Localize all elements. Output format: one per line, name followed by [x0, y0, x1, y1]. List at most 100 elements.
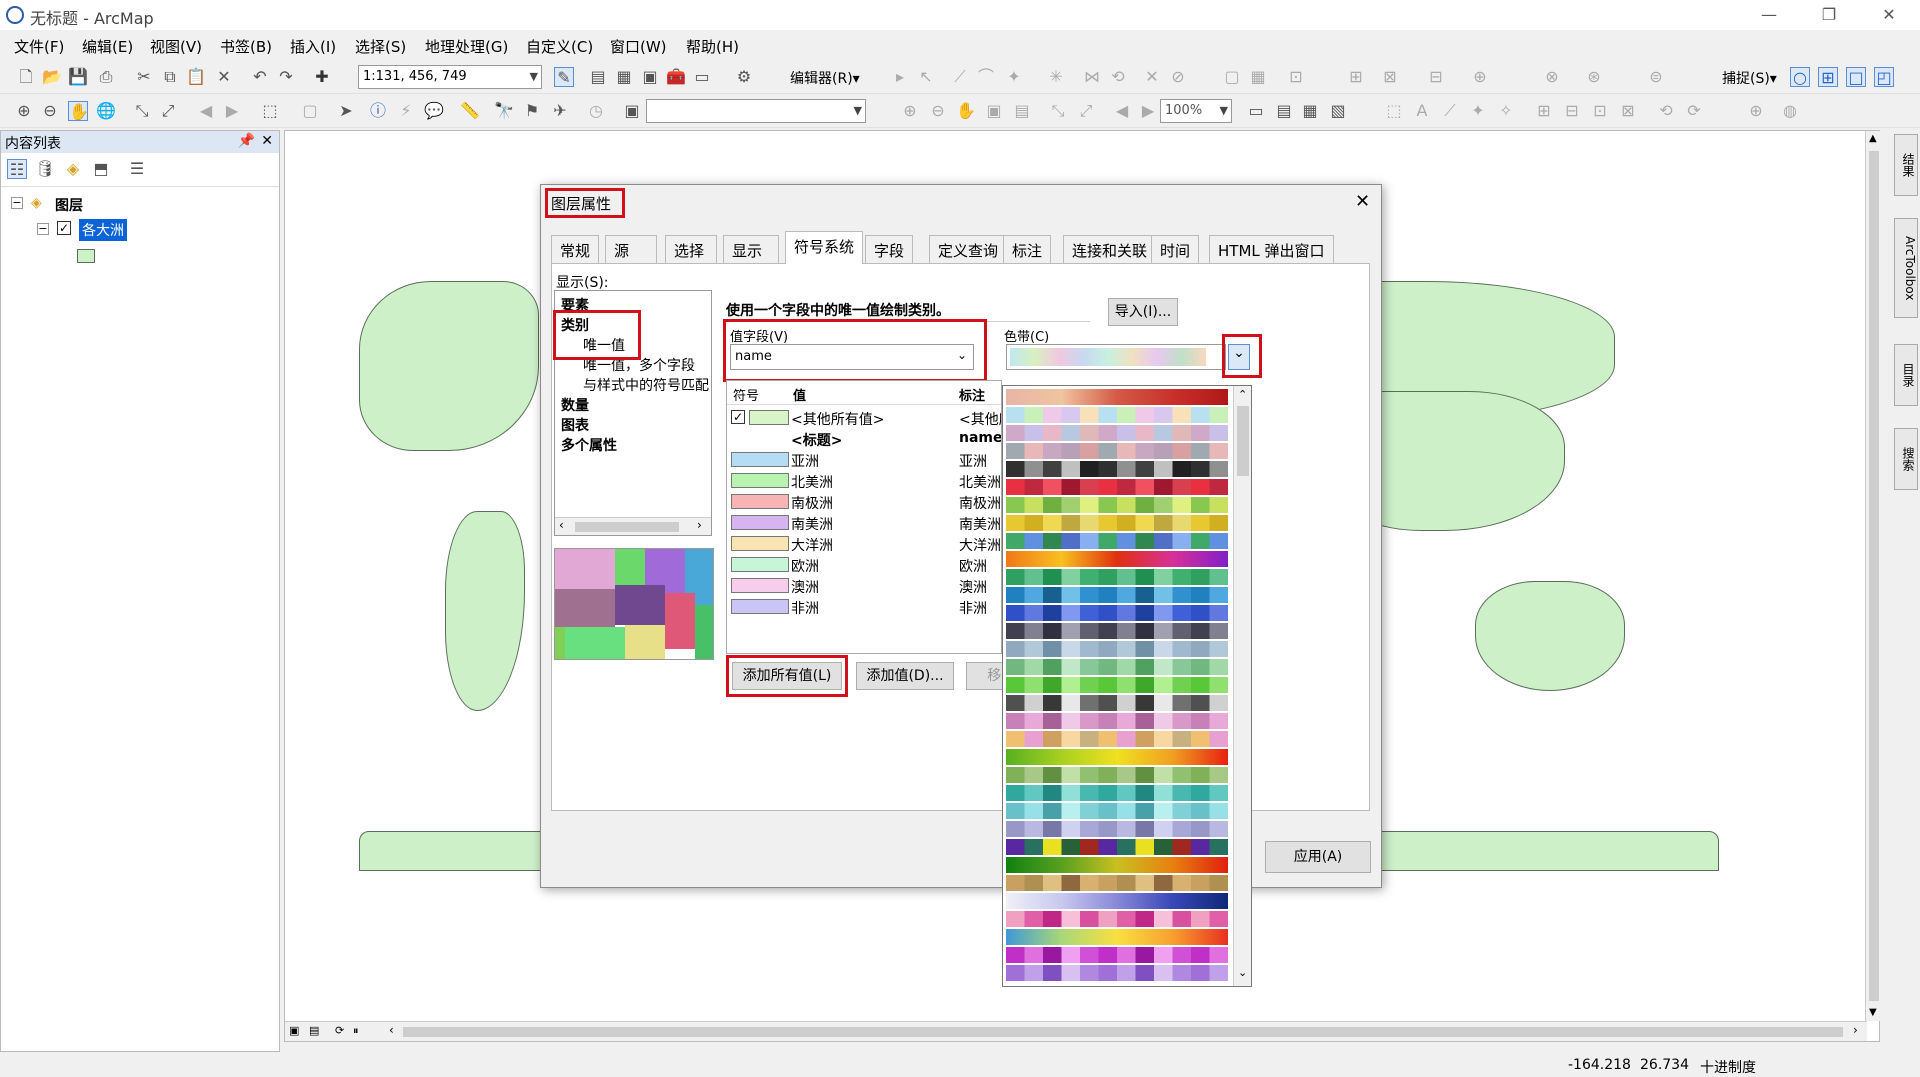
- end-snapping-icon[interactable]: ⊞: [1818, 67, 1838, 87]
- toc-close-icon[interactable]: ✕: [261, 133, 273, 149]
- tree-scroll-right-icon[interactable]: ›: [697, 518, 702, 532]
- menu-file[interactable]: 文件(F): [14, 36, 64, 57]
- cut-polygon-icon[interactable]: ✕: [1142, 67, 1162, 87]
- menu-insert[interactable]: 插入(I): [290, 36, 336, 57]
- color-ramp-option[interactable]: [1006, 443, 1228, 459]
- menu-window[interactable]: 窗口(W): [610, 36, 667, 57]
- color-ramp-option[interactable]: [1006, 749, 1228, 765]
- layer-visibility-checkbox[interactable]: ✓: [57, 221, 71, 235]
- arctoolbox-icon[interactable]: 🧰: [666, 67, 686, 87]
- sketch-properties-icon[interactable]: ▢: [1222, 67, 1242, 87]
- color-ramp-option[interactable]: [1006, 551, 1228, 567]
- python-window-icon[interactable]: ▭: [692, 67, 712, 87]
- goto-xy-icon[interactable]: ✈: [550, 101, 570, 121]
- symbol-swatch[interactable]: [731, 452, 789, 467]
- color-ramp-option[interactable]: [1006, 389, 1228, 405]
- tab-joins[interactable]: 连接和关联: [1063, 235, 1157, 263]
- tab-general[interactable]: 常规: [551, 235, 600, 263]
- color-ramp-option[interactable]: [1006, 623, 1228, 639]
- fixed-zoom-out-icon[interactable]: ⤢: [158, 101, 178, 121]
- tab-fields[interactable]: 字段: [865, 235, 914, 263]
- color-ramp-option[interactable]: [1006, 767, 1228, 783]
- table-row[interactable]: 欧洲 欧洲: [727, 554, 1001, 575]
- editor-toolbar-icon[interactable]: ✎: [554, 67, 574, 87]
- color-ramp-option[interactable]: [1006, 641, 1228, 657]
- curve-segment-icon[interactable]: ⌒: [976, 67, 996, 87]
- tree-unique-values-many-fields[interactable]: 唯一值，多个字段: [583, 355, 695, 375]
- split-tool-icon[interactable]: ⋈: [1082, 67, 1102, 87]
- layout-zoom-in-icon[interactable]: ⊕: [900, 101, 920, 121]
- scroll-right-icon[interactable]: ›: [1853, 1023, 1858, 1037]
- color-ramp-option[interactable]: [1006, 587, 1228, 603]
- draw-rectangle-icon[interactable]: ⬚: [1384, 101, 1404, 121]
- pan-icon[interactable]: ✋: [68, 101, 89, 121]
- edge-snapping-icon[interactable]: ◰: [1874, 67, 1894, 87]
- apply-button[interactable]: 应用(A): [1265, 841, 1371, 873]
- zoom-in-icon[interactable]: ⊕: [14, 101, 34, 121]
- color-ramp-option[interactable]: [1006, 407, 1228, 423]
- scroll-left-icon[interactable]: ‹: [389, 1023, 394, 1037]
- color-ramp-option[interactable]: [1006, 803, 1228, 819]
- advanced-edit-icon[interactable]: ⊟: [1426, 67, 1446, 87]
- color-ramp-option[interactable]: [1006, 659, 1228, 675]
- topology-icon[interactable]: ⊡: [1286, 67, 1306, 87]
- tab-source[interactable]: 源: [605, 235, 657, 263]
- collapse-layer-icon[interactable]: −: [37, 223, 49, 235]
- color-ramp-option[interactable]: [1006, 677, 1228, 693]
- tree-features[interactable]: 要素: [561, 295, 589, 315]
- tree-charts[interactable]: 图表: [561, 415, 589, 435]
- delete-icon[interactable]: ✕: [214, 67, 234, 87]
- color-ramp-option[interactable]: [1006, 497, 1228, 513]
- search-tab[interactable]: 搜索: [1894, 428, 1918, 490]
- table-row[interactable]: 南极洲 南极洲: [727, 491, 1001, 512]
- menu-view[interactable]: 视图(V): [150, 36, 202, 57]
- attributes-icon[interactable]: ⊘: [1168, 67, 1188, 87]
- symbol-swatch[interactable]: [731, 557, 789, 572]
- color-ramp-option[interactable]: [1006, 839, 1228, 855]
- create-viewer-icon[interactable]: ▣: [622, 101, 642, 121]
- add-values-button[interactable]: 添加值(D)...: [856, 662, 954, 690]
- tab-definition-query[interactable]: 定义查询: [929, 235, 1008, 263]
- table-row[interactable]: 非洲 非洲: [727, 596, 1001, 617]
- layer-name[interactable]: 各大洲: [79, 219, 127, 241]
- ramp-dropdown-button[interactable]: ⌄: [1228, 344, 1250, 370]
- layout-pan-icon[interactable]: ✋: [956, 101, 976, 121]
- identify-icon[interactable]: ⓘ: [368, 101, 388, 121]
- straight-segment-icon[interactable]: ⟋: [950, 67, 970, 87]
- zoom-100-icon[interactable]: ▤: [1012, 101, 1032, 121]
- tree-hscrollbar[interactable]: ‹ ›: [555, 517, 711, 535]
- georef-icon[interactable]: ⊞: [1346, 67, 1366, 87]
- color-ramp-option[interactable]: [1006, 911, 1228, 927]
- copy-icon[interactable]: ⧉: [160, 67, 180, 87]
- point-snapping-icon[interactable]: ○: [1790, 67, 1810, 87]
- map-horizontal-scrollbar[interactable]: ▣ ▤ ⟳ ⏸ ‹ ›: [285, 1021, 1867, 1041]
- cut-icon[interactable]: ✂: [134, 67, 154, 87]
- layout-zoom-combo[interactable]: 100% ▼: [1160, 99, 1232, 123]
- time-slider-icon[interactable]: ◷: [586, 101, 606, 121]
- measure-icon[interactable]: 📏: [460, 101, 480, 121]
- clear-selection-icon[interactable]: ▢: [300, 101, 320, 121]
- draw-callout-icon[interactable]: ✧: [1496, 101, 1516, 121]
- nudge-icon[interactable]: ⊕: [1746, 101, 1766, 121]
- color-ramp-option[interactable]: [1006, 821, 1228, 837]
- point-tool-icon[interactable]: ✦: [1004, 67, 1024, 87]
- draw-line-icon[interactable]: ⟋: [1440, 101, 1460, 121]
- minimize-button[interactable]: —: [1746, 2, 1792, 28]
- print-icon[interactable]: ⎙: [96, 67, 116, 87]
- symbol-swatch[interactable]: [731, 515, 789, 530]
- col-symbol[interactable]: 符号: [733, 385, 759, 404]
- draw-text-icon[interactable]: A: [1412, 101, 1432, 121]
- table-row[interactable]: ✓ <其他所有值> <其他所: [727, 407, 1001, 428]
- rotate-tool-icon[interactable]: ⟲: [1108, 67, 1128, 87]
- ramp-scroll-thumb[interactable]: [1237, 406, 1249, 476]
- table-row[interactable]: 大洋洲 大洋洲: [727, 533, 1001, 554]
- tree-categories[interactable]: 类别: [561, 315, 589, 335]
- symbol-swatch[interactable]: [731, 578, 789, 593]
- color-ramp-option[interactable]: [1006, 875, 1228, 891]
- table-row[interactable]: 澳洲 澳洲: [727, 575, 1001, 596]
- focus-data-frame-icon[interactable]: ▤: [1274, 101, 1294, 121]
- forward-extent-icon[interactable]: ▶: [222, 101, 242, 121]
- representation-icon[interactable]: ⊛: [1584, 67, 1604, 87]
- menu-geoprocessing[interactable]: 地理处理(G): [425, 36, 508, 57]
- edit-annotation-icon[interactable]: ↖: [916, 67, 936, 87]
